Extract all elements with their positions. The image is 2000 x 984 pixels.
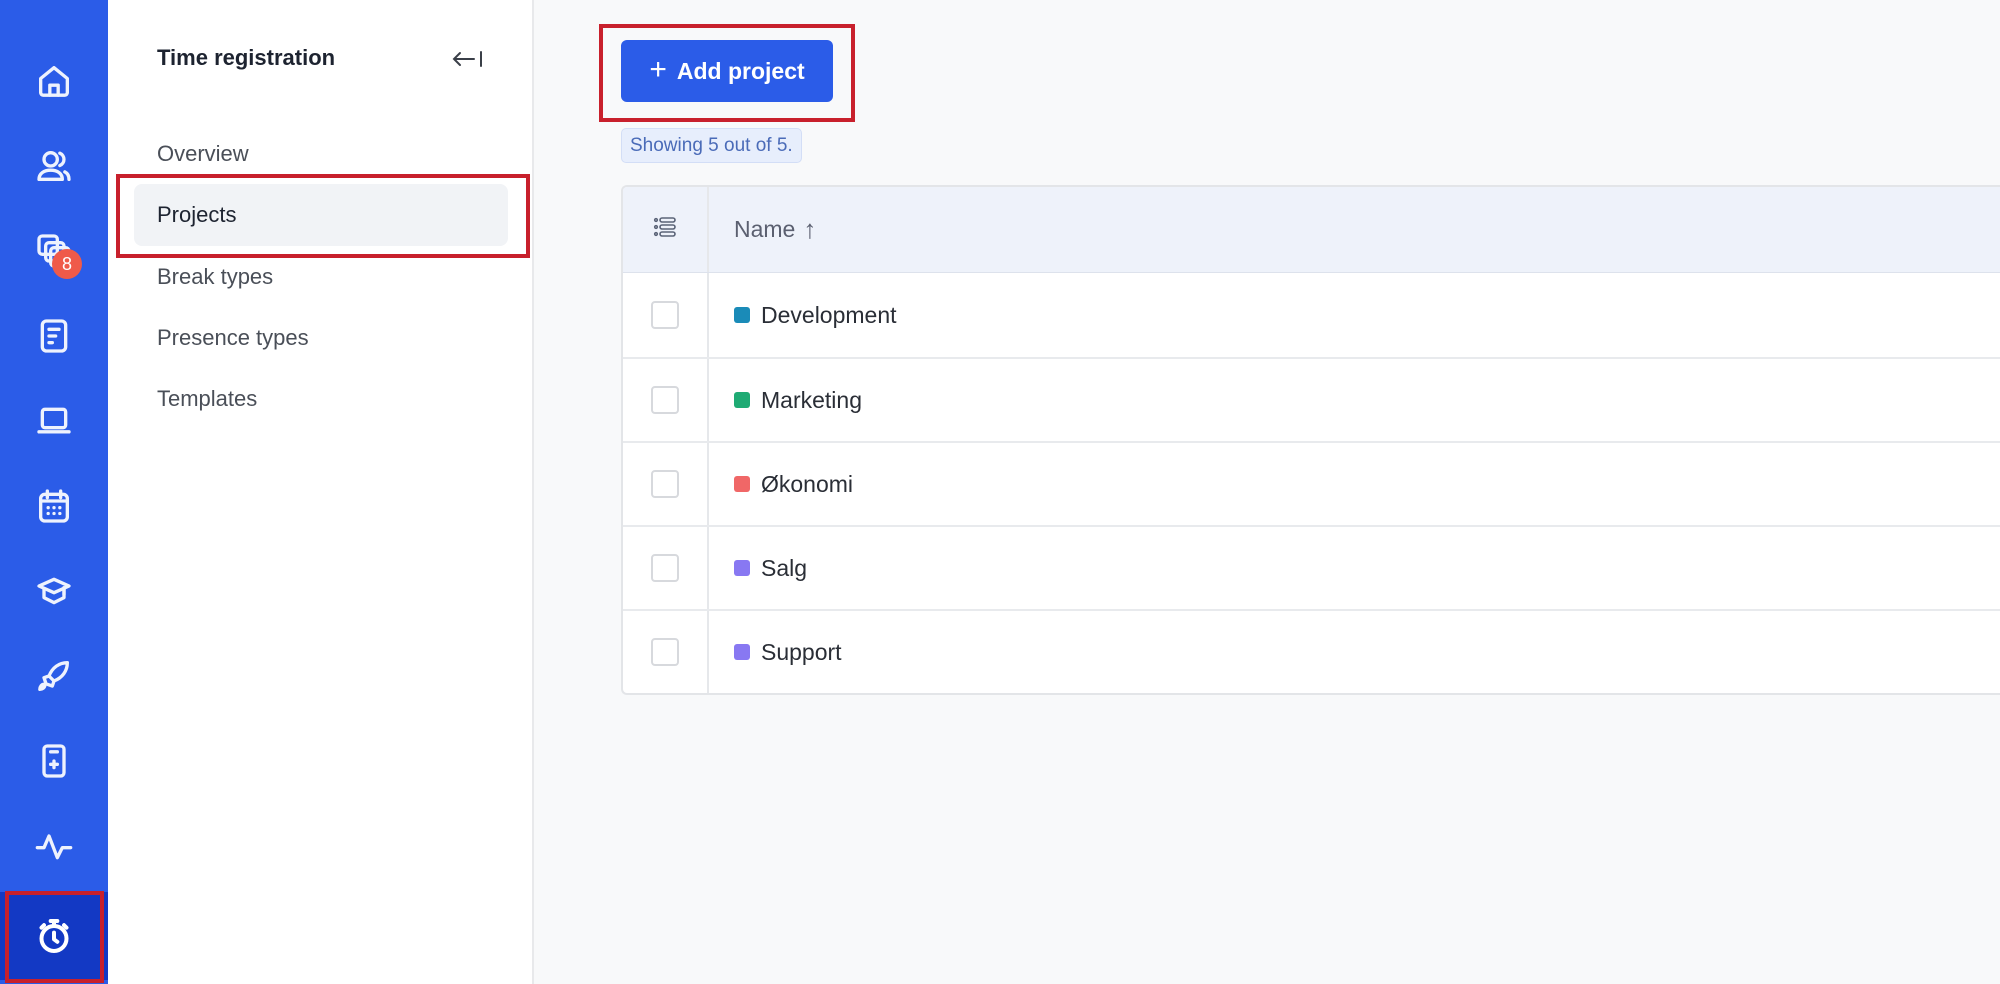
laptop-icon <box>37 407 71 434</box>
rail-item-home[interactable] <box>0 39 108 123</box>
row-checkbox[interactable] <box>651 554 679 582</box>
project-name-cell[interactable]: Økonomi <box>709 443 2000 525</box>
row-checkbox-cell <box>623 359 709 441</box>
project-color-swatch <box>734 644 750 660</box>
project-name: Salg <box>761 554 808 581</box>
sort-ascending-icon: ↑ <box>803 214 817 244</box>
rail-item-time-registration[interactable] <box>0 892 108 980</box>
users-icon <box>37 151 71 181</box>
collapse-left-icon <box>452 51 482 67</box>
calendar-icon <box>39 489 70 523</box>
project-name: Support <box>761 638 842 665</box>
row-checkbox[interactable] <box>651 301 679 329</box>
project-name-cell[interactable]: Support <box>709 611 2000 693</box>
rail-item-mobile[interactable] <box>0 719 108 803</box>
project-name-cell[interactable]: Development <box>709 273 2000 357</box>
project-name: Økonomi <box>761 470 854 497</box>
subnav-item-overview[interactable]: Overview <box>134 123 508 185</box>
main-content: + Add project Showing 5 out of 5. Name ↑… <box>534 0 2000 984</box>
rail-item-reports[interactable] <box>0 294 108 378</box>
row-checkbox-cell <box>623 443 709 525</box>
report-icon <box>40 319 68 353</box>
project-color-swatch <box>734 392 750 408</box>
stopwatch-icon <box>39 919 69 953</box>
column-settings-icon <box>651 213 679 246</box>
project-name-cell[interactable]: Salg <box>709 527 2000 609</box>
rail-item-documents[interactable]: 8 <box>0 209 108 293</box>
column-settings-button[interactable] <box>623 187 709 272</box>
add-project-label: Add project <box>676 57 805 84</box>
projects-table: Name ↑ Development Marketing Økonomi Salg Su… <box>621 185 2000 695</box>
table-row[interactable]: Økonomi <box>623 441 2000 525</box>
row-checkbox-cell <box>623 273 709 357</box>
activity-icon <box>35 834 73 860</box>
rocket-icon <box>38 661 70 691</box>
notification-badge: 8 <box>52 249 82 279</box>
table-row[interactable]: Development <box>623 273 2000 357</box>
project-name: Marketing <box>761 386 862 413</box>
table-row[interactable]: Support <box>623 609 2000 693</box>
section-title: Time registration <box>157 45 336 70</box>
home-icon <box>39 66 70 97</box>
plus-icon: + <box>649 53 667 86</box>
phone-plus-icon <box>42 744 66 778</box>
project-name: Development <box>761 301 897 328</box>
subnav-item-templates[interactable]: Templates <box>134 368 508 430</box>
icon-rail: 8 <box>0 0 108 984</box>
name-header-label: Name <box>734 216 796 242</box>
project-color-swatch <box>734 476 750 492</box>
row-checkbox[interactable] <box>651 638 679 666</box>
secondary-sidebar: Time registration Overview Projects Brea… <box>108 0 534 984</box>
project-name-cell[interactable]: Marketing <box>709 359 2000 441</box>
row-checkbox-cell <box>623 611 709 693</box>
subnav-item-presence-types[interactable]: Presence types <box>134 307 508 369</box>
row-checkbox-cell <box>623 527 709 609</box>
subnav-item-break-types[interactable]: Break types <box>134 246 508 308</box>
collapse-sidebar-button[interactable] <box>448 44 488 74</box>
rail-item-activity[interactable] <box>0 804 108 888</box>
project-color-swatch <box>734 560 750 576</box>
add-project-button[interactable]: + Add project <box>621 40 833 102</box>
table-header: Name ↑ <box>623 187 2000 273</box>
rail-item-devices[interactable] <box>0 379 108 463</box>
project-color-swatch <box>734 307 750 323</box>
rail-item-people[interactable] <box>0 124 108 208</box>
row-checkbox[interactable] <box>651 386 679 414</box>
row-checkbox[interactable] <box>651 470 679 498</box>
rail-item-onboarding[interactable] <box>0 634 108 718</box>
subnav-item-projects[interactable]: Projects <box>134 184 508 246</box>
rail-item-learning[interactable] <box>0 549 108 633</box>
rail-item-calendar[interactable] <box>0 464 108 548</box>
name-column-header[interactable]: Name ↑ <box>709 187 2000 272</box>
results-count: Showing 5 out of 5. <box>621 128 802 163</box>
graduation-cap-icon <box>37 577 71 605</box>
table-row[interactable]: Marketing <box>623 357 2000 441</box>
table-row[interactable]: Salg <box>623 525 2000 609</box>
